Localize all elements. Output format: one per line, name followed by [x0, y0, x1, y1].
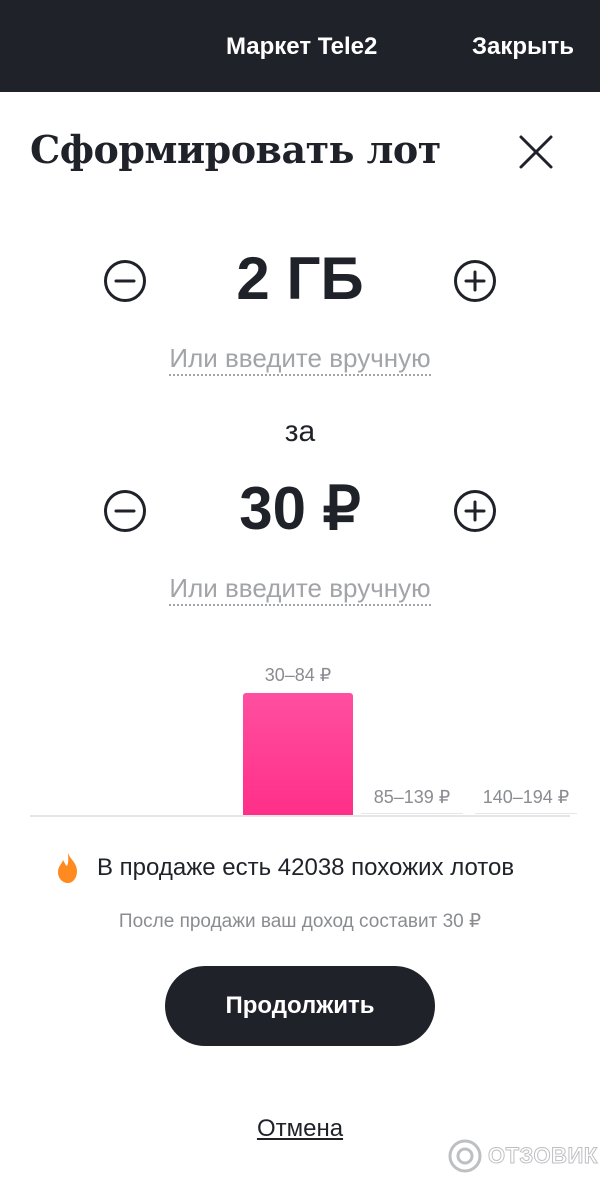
price-value: 30 ₽ [239, 475, 361, 542]
chart-category-label: 140–194 ₽ [482, 787, 570, 807]
plus-circle-icon [454, 490, 496, 532]
price-decrement-button[interactable] [103, 489, 147, 533]
cancel-label[interactable]: Отмена [257, 1115, 343, 1142]
chart-baseline [30, 815, 570, 817]
data-amount-value: 2 ГБ [236, 245, 364, 312]
connector-text: за [284, 415, 316, 448]
close-link[interactable]: Закрыть [472, 33, 574, 61]
top-bar: Маркет Tele2 Закрыть [0, 0, 600, 92]
watermark-text: ОТЗОВИК [488, 1143, 598, 1169]
similar-lots-info: В продаже есть 42038 похожих лотов [55, 850, 514, 886]
app-title: Маркет Tele2 [226, 33, 378, 60]
price-increment-button[interactable] [453, 489, 497, 533]
data-manual-input-label[interactable]: Или введите вручную [169, 343, 431, 376]
watermark: ОТЗОВИК [448, 1136, 598, 1176]
data-increment-button[interactable] [453, 259, 497, 303]
chart-category-label: 30–84 ₽ [264, 665, 332, 685]
price-manual-input-label[interactable]: Или введите вручную [169, 573, 431, 606]
chart-bar [475, 813, 577, 814]
sheet-title: Сформировать лот [30, 127, 441, 172]
chart-bar [361, 813, 463, 814]
data-decrement-button[interactable] [103, 259, 147, 303]
price-distribution-chart: 30–84 ₽85–139 ₽140–194 ₽ [0, 655, 600, 825]
continue-button[interactable]: Продолжить [165, 966, 435, 1046]
otzovik-logo-icon [448, 1139, 482, 1173]
flame-icon [58, 853, 77, 883]
minus-circle-icon [104, 490, 146, 532]
close-icon[interactable] [518, 134, 554, 170]
income-text: После продажи ваш доход составит 30 ₽ [118, 911, 482, 932]
plus-circle-icon [454, 260, 496, 302]
price-manual-input-link: Или введите вручную [150, 573, 450, 606]
data-manual-input-link: Или введите вручную [150, 343, 450, 376]
minus-circle-icon [104, 260, 146, 302]
similar-lots-text: В продаже есть 42038 похожих лотов [97, 854, 515, 881]
